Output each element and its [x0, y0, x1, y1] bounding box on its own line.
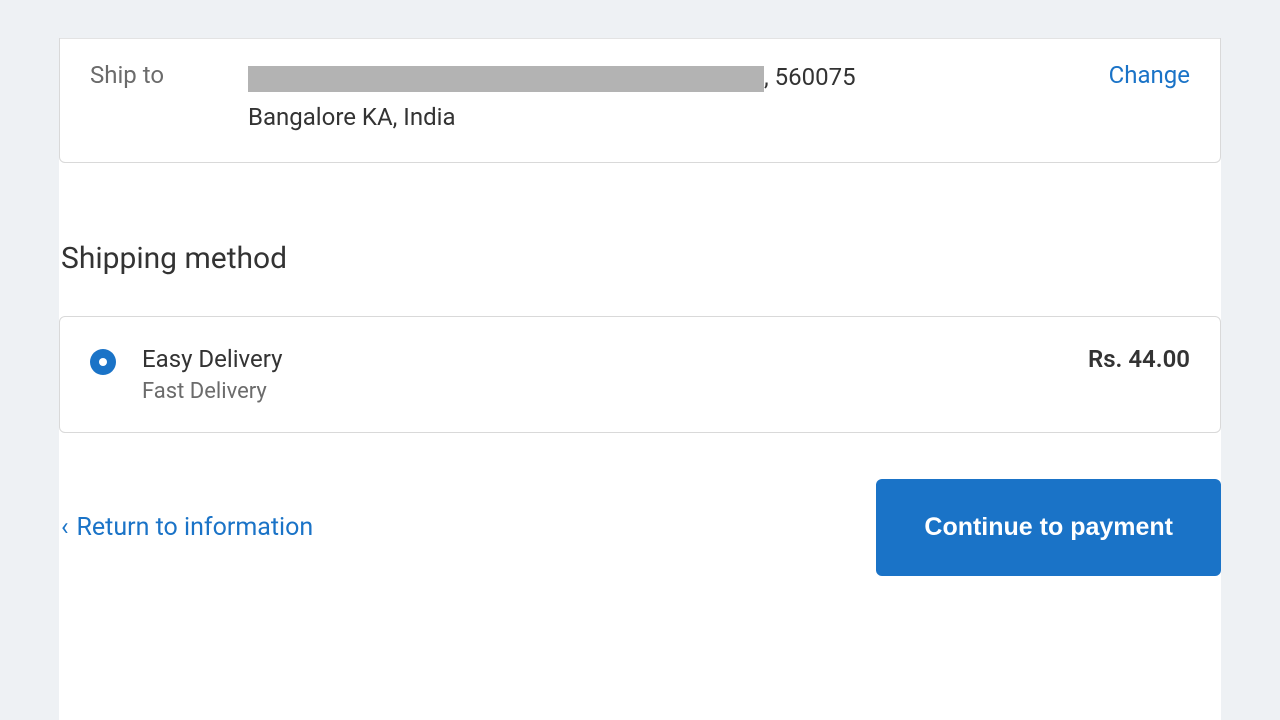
checkout-card: Ship to , 560075 Bangalore KA, India Cha…: [59, 38, 1221, 720]
ship-to-row: Ship to , 560075 Bangalore KA, India Cha…: [60, 38, 1220, 162]
ship-to-value: , 560075 Bangalore KA, India: [248, 61, 1089, 134]
ship-to-postal: , 560075: [764, 63, 856, 91]
continue-to-payment-button[interactable]: Continue to payment: [876, 479, 1221, 576]
shipping-option-sub: Fast Delivery: [142, 379, 1088, 404]
footer-actions: ‹ Return to information Continue to paym…: [59, 479, 1221, 576]
ship-to-box: Ship to , 560075 Bangalore KA, India Cha…: [59, 38, 1221, 163]
change-address-link[interactable]: Change: [1109, 61, 1190, 89]
shipping-method-title: Shipping method: [59, 241, 1221, 276]
ship-to-label: Ship to: [90, 61, 248, 89]
chevron-left-icon: ‹: [61, 515, 69, 540]
shipping-option[interactable]: Easy Delivery Fast Delivery Rs. 44.00: [59, 316, 1221, 433]
radio-selected-icon[interactable]: [90, 349, 116, 375]
shipping-option-name: Easy Delivery: [142, 345, 1088, 373]
return-link-label: Return to information: [77, 513, 314, 542]
shipping-option-price: Rs. 44.00: [1088, 345, 1190, 373]
shipping-option-info: Easy Delivery Fast Delivery: [142, 345, 1088, 404]
redacted-address: [248, 66, 764, 92]
ship-to-city: Bangalore KA, India: [248, 101, 1089, 135]
return-to-information-link[interactable]: ‹ Return to information: [61, 513, 313, 542]
